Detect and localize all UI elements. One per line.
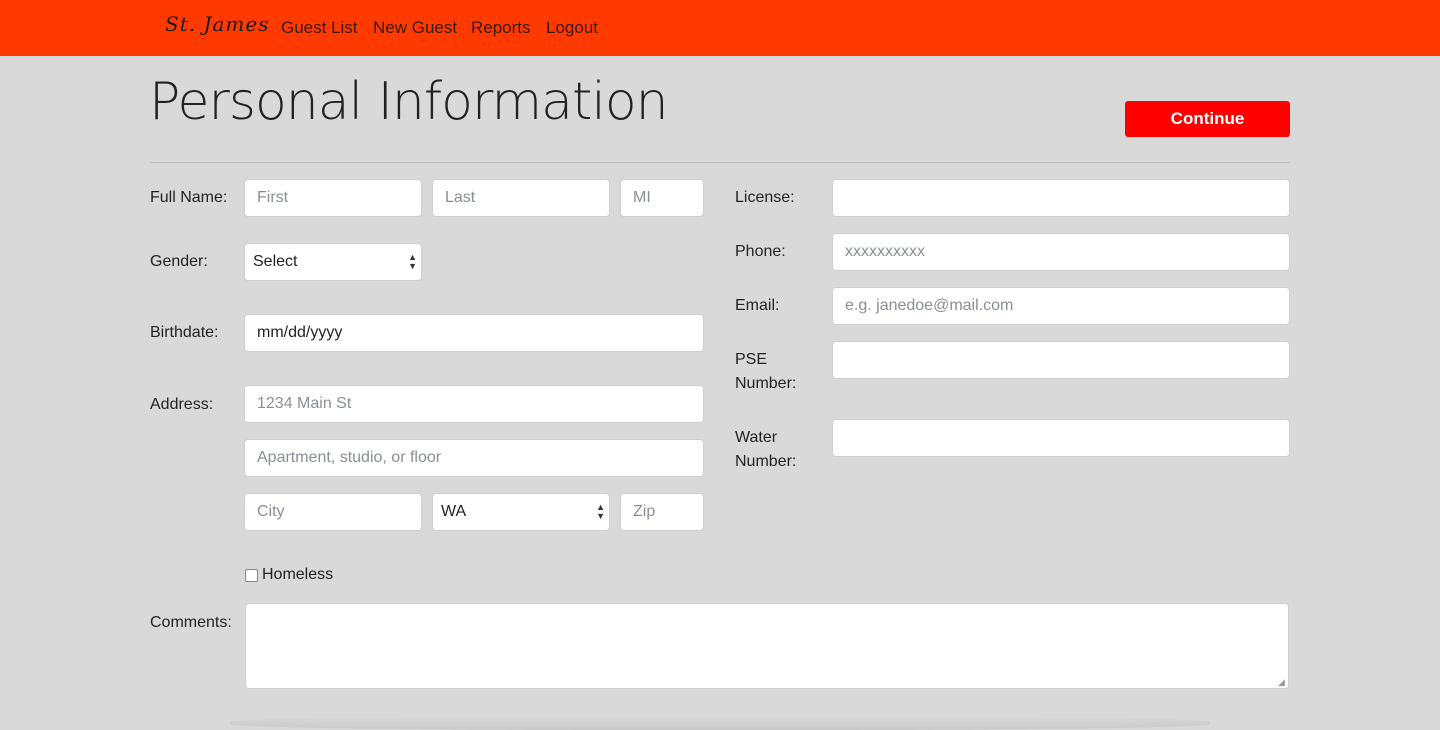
water-label-line1: Water xyxy=(735,429,778,446)
homeless-checkbox[interactable] xyxy=(245,569,258,582)
page-title: Personal Information xyxy=(149,72,669,132)
first-name-input[interactable] xyxy=(244,179,422,217)
resize-grip-icon[interactable]: ◢ xyxy=(1278,678,1287,687)
brand-logo[interactable]: St. James xyxy=(165,12,269,36)
last-name-input[interactable] xyxy=(432,179,610,217)
select-arrows-icon: ▲ ▼ xyxy=(408,252,417,271)
header-divider xyxy=(150,162,1290,163)
water-label-line2: Number: xyxy=(735,453,797,470)
license-input[interactable] xyxy=(832,179,1290,217)
gender-select[interactable]: Select ▲ ▼ xyxy=(244,243,422,281)
phone-label: Phone: xyxy=(735,243,786,260)
comments-label: Comments: xyxy=(150,614,232,631)
navbar: St. James Guest List New Guest Reports L… xyxy=(0,0,1440,56)
comments-textarea[interactable] xyxy=(245,603,1289,689)
email-label: Email: xyxy=(735,297,780,314)
address-line2-input[interactable] xyxy=(244,439,704,477)
state-select[interactable]: WA ▲ ▼ xyxy=(432,493,610,531)
select-arrows-icon: ▲ ▼ xyxy=(596,502,605,521)
address-label: Address: xyxy=(150,396,214,413)
license-label: License: xyxy=(735,189,795,206)
address-line1-input[interactable] xyxy=(244,385,704,423)
gender-label: Gender: xyxy=(150,253,208,270)
nav-link-guest-list[interactable]: Guest List xyxy=(281,18,358,38)
email-input[interactable] xyxy=(832,287,1290,325)
nav-link-new-guest[interactable]: New Guest xyxy=(373,18,457,38)
zip-input[interactable] xyxy=(620,493,704,531)
middle-initial-input[interactable] xyxy=(620,179,704,217)
water-number-input[interactable] xyxy=(832,419,1290,457)
nav-link-reports[interactable]: Reports xyxy=(471,18,531,38)
full-name-label: Full Name: xyxy=(150,189,228,206)
state-select-value: WA xyxy=(441,503,467,520)
birthdate-label: Birthdate: xyxy=(150,324,219,341)
pse-label-line2: Number: xyxy=(735,375,797,392)
continue-button[interactable]: Continue xyxy=(1125,101,1290,137)
pse-number-input[interactable] xyxy=(832,341,1290,379)
homeless-label[interactable]: Homeless xyxy=(262,563,333,587)
nav-link-logout[interactable]: Logout xyxy=(546,18,598,38)
birthdate-input[interactable] xyxy=(244,314,704,352)
card-bottom-shadow xyxy=(230,716,1210,730)
gender-select-value: Select xyxy=(253,253,298,270)
pse-label-line1: PSE xyxy=(735,351,768,368)
phone-input[interactable] xyxy=(832,233,1290,271)
city-input[interactable] xyxy=(244,493,422,531)
